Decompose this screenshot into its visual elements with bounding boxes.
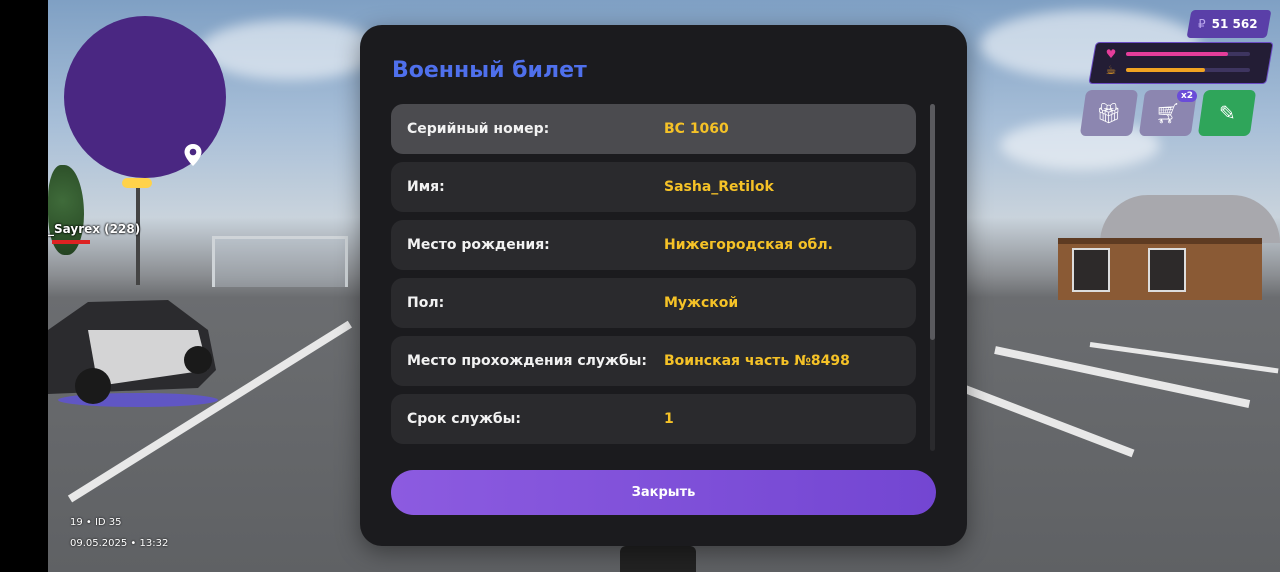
gift-button[interactable]: 🎁︎ bbox=[1079, 90, 1139, 136]
lamp-light bbox=[122, 178, 152, 188]
row-value: ВС 1060 bbox=[664, 121, 729, 137]
row-service-term[interactable]: Срок службы: 1 bbox=[391, 394, 916, 444]
row-serial-number[interactable]: Серийный номер: ВС 1060 bbox=[391, 104, 916, 154]
row-value: Нижегородская обл. bbox=[664, 237, 833, 253]
hangar bbox=[1100, 195, 1280, 243]
row-label: Место прохождения службы: bbox=[407, 353, 648, 369]
row-label: Серийный номер: bbox=[407, 121, 550, 137]
row-label: Пол: bbox=[407, 295, 445, 311]
ruble-icon: ₽ bbox=[1198, 17, 1206, 31]
screen-edge bbox=[0, 0, 48, 572]
money-display: ₽ 51 562 bbox=[1198, 10, 1268, 38]
row-label: Срок службы: bbox=[407, 411, 521, 427]
row-value: 1 bbox=[664, 411, 674, 427]
row-value: Sasha_Retilok bbox=[664, 179, 774, 195]
parking-line bbox=[1089, 342, 1279, 374]
cup-icon: ☕ bbox=[1105, 63, 1117, 77]
player-health-bar bbox=[52, 240, 90, 244]
row-gender[interactable]: Пол: Мужской bbox=[391, 278, 916, 328]
cloud bbox=[200, 20, 380, 80]
player-legs bbox=[620, 546, 696, 572]
parking-line bbox=[963, 385, 1135, 458]
health-track bbox=[1126, 52, 1250, 56]
heart-icon: ♥ bbox=[1105, 47, 1117, 61]
health-stat: ♥ bbox=[1104, 47, 1250, 61]
row-value: Мужской bbox=[664, 295, 739, 311]
scrollbar-thumb[interactable] bbox=[930, 104, 935, 340]
row-name[interactable]: Имя: Sasha_Retilok bbox=[391, 162, 916, 212]
health-fill bbox=[1126, 52, 1228, 56]
syringe-icon: ✎ bbox=[1218, 101, 1236, 125]
bus-stop bbox=[212, 236, 348, 287]
row-label: Место рождения: bbox=[407, 237, 550, 253]
shop-badge: x2 bbox=[1177, 90, 1198, 102]
kiosk bbox=[1058, 238, 1262, 300]
datetime: 09.05.2025 • 13:32 bbox=[70, 538, 169, 549]
row-label: Имя: bbox=[407, 179, 445, 195]
hunger-fill bbox=[1126, 68, 1206, 72]
server-info: 19 • ID 35 bbox=[70, 517, 122, 528]
dialog-title: Военный билет bbox=[392, 58, 587, 83]
money-value: 51 562 bbox=[1211, 17, 1258, 31]
row-value: Воинская часть №8498 bbox=[664, 353, 850, 369]
gift-icon: 🎁︎ bbox=[1096, 101, 1122, 125]
close-button[interactable]: Закрыть bbox=[391, 470, 936, 515]
row-service-place[interactable]: Место прохождения службы: Воинская часть… bbox=[391, 336, 916, 386]
syringe-button[interactable]: ✎ bbox=[1197, 90, 1257, 136]
location-pin-icon bbox=[184, 144, 202, 166]
row-birthplace[interactable]: Место рождения: Нижегородская обл. bbox=[391, 220, 916, 270]
player-nametag: _Sayrex (228) bbox=[48, 222, 141, 236]
hunger-stat: ☕ bbox=[1104, 63, 1250, 77]
parking-line bbox=[994, 346, 1251, 408]
hunger-track bbox=[1126, 68, 1250, 72]
cart-icon: 🛒︎ bbox=[1155, 101, 1181, 125]
car bbox=[48, 300, 218, 407]
